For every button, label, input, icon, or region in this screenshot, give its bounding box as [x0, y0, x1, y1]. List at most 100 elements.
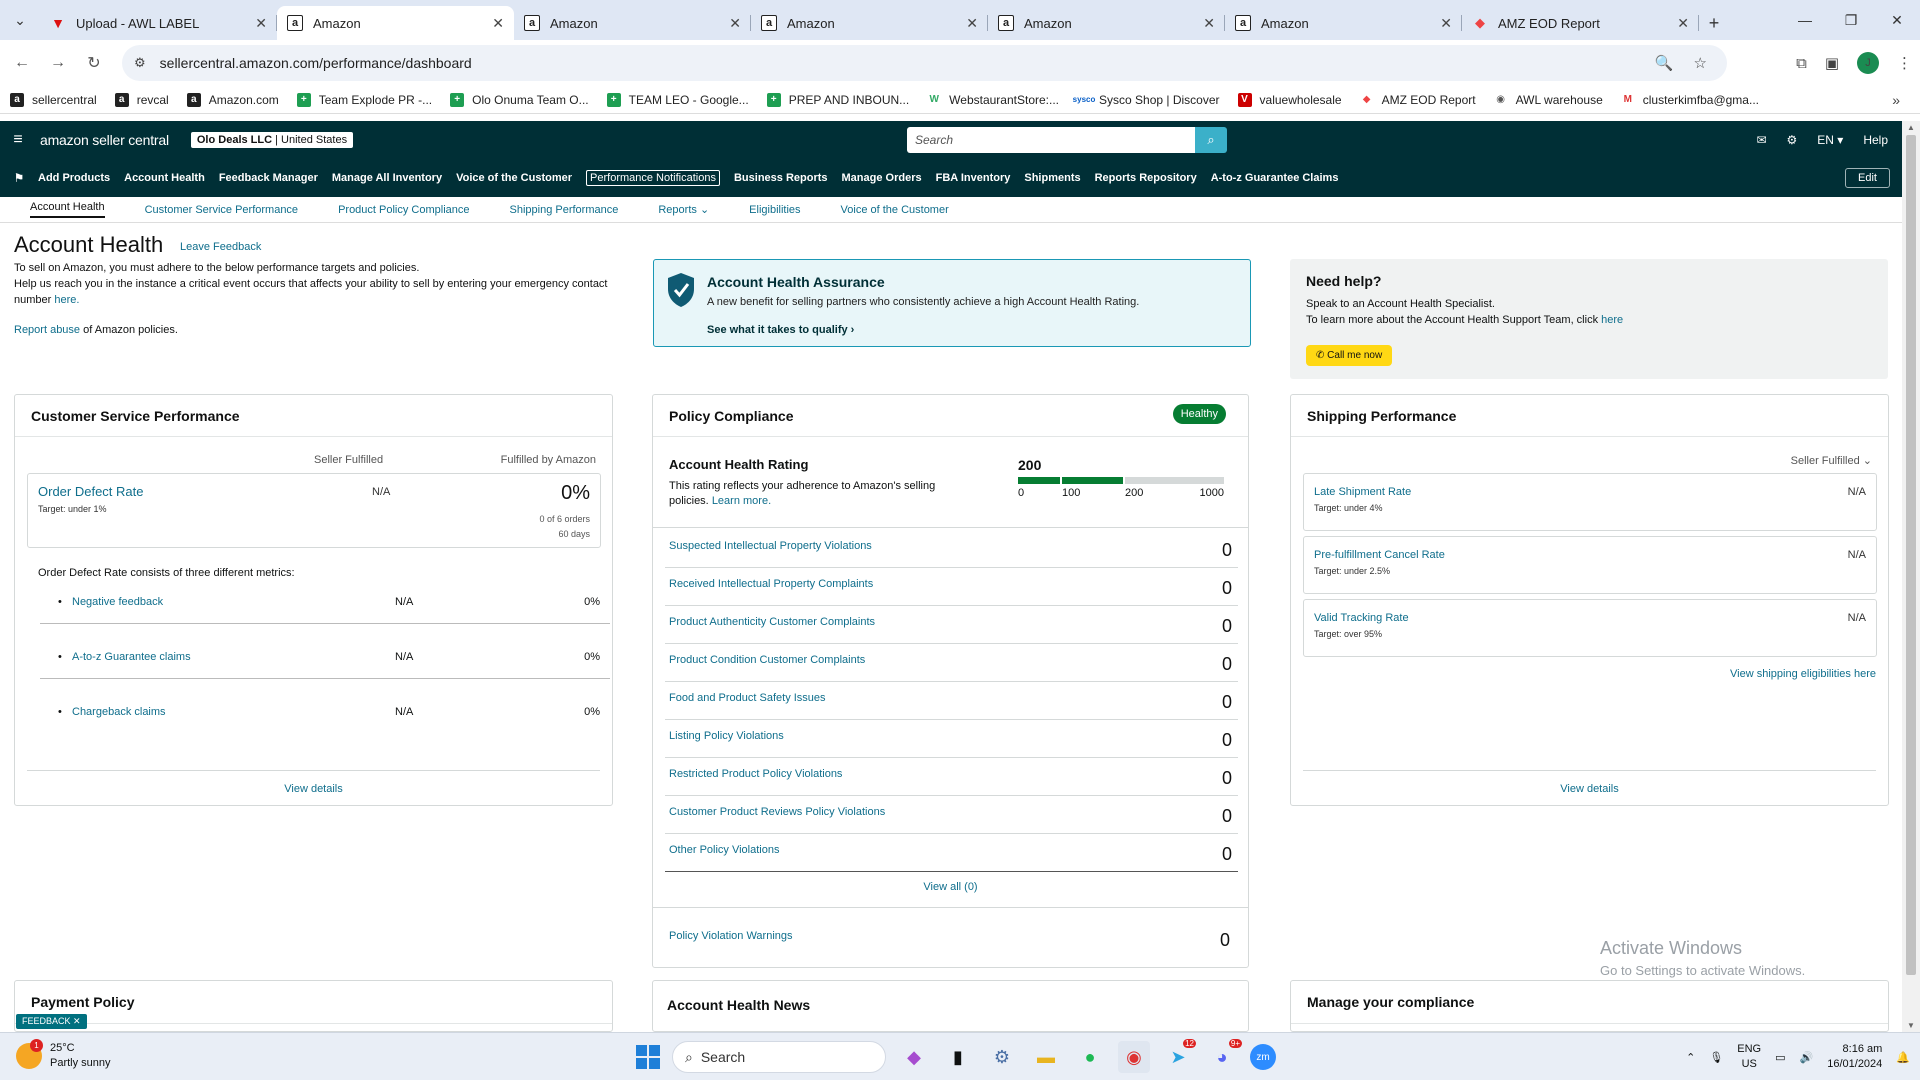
side-panel-icon[interactable]: ▣ — [1825, 54, 1839, 72]
nav-item-voice-of-the-customer[interactable]: Voice of the Customer — [456, 172, 572, 184]
scroll-down-icon[interactable]: ▼ — [1902, 1021, 1920, 1030]
url-text[interactable]: sellercentral.amazon.com/performance/das… — [160, 55, 1655, 71]
seller-search-input[interactable]: Search — [907, 127, 1195, 153]
close-tab-icon[interactable]: ✕ — [729, 15, 741, 32]
edit-nav-button[interactable]: Edit — [1845, 168, 1890, 188]
zoom-app-icon[interactable]: zm — [1250, 1044, 1276, 1070]
search-icon[interactable]: ⌕ — [1195, 127, 1227, 153]
subnav-eligibilities[interactable]: Eligibilities — [749, 204, 800, 216]
subnav-reports[interactable]: Reports ⌄ — [658, 203, 709, 216]
bookmark-item[interactable]: ◆ AMZ EOD Report — [1360, 93, 1476, 107]
browser-tab[interactable]: ◆ AMZ EOD Report ✕ — [1462, 6, 1699, 40]
notification-bell-icon[interactable]: 🔔 — [1896, 1051, 1910, 1064]
call-me-now-button[interactable]: ✆ Call me now — [1306, 345, 1393, 366]
policy-violation-link[interactable]: Restricted Product Policy Violations — [669, 768, 842, 780]
shipping-metric-link[interactable]: Pre-fulfillment Cancel Rate — [1314, 549, 1445, 561]
bookmark-item[interactable]: a sellercentral — [10, 92, 97, 107]
feedback-tab[interactable]: FEEDBACK ✕ — [16, 1014, 87, 1029]
chevron-up-icon[interactable]: ⌃ — [1686, 1051, 1695, 1064]
file-explorer-icon[interactable]: ▬ — [1030, 1041, 1062, 1073]
extensions-icon[interactable]: ⧉ — [1796, 55, 1807, 72]
nav-item-fba-inventory[interactable]: FBA Inventory — [936, 172, 1011, 184]
page-scrollbar[interactable]: ▲ ▼ — [1902, 121, 1920, 1032]
view-all-link[interactable]: View all (0) — [653, 881, 1248, 893]
fulfillment-filter-dropdown[interactable]: Seller Fulfilled ⌄ — [1791, 454, 1872, 467]
policy-violation-link[interactable]: Other Policy Violations — [669, 844, 779, 856]
browser-menu-icon[interactable]: ⋮ — [1897, 54, 1912, 72]
reload-button[interactable]: ↻ — [76, 45, 112, 81]
policy-violation-link[interactable]: Product Authenticity Customer Complaints — [669, 616, 875, 628]
nav-item-a-to-z-guarantee-claims[interactable]: A-to-z Guarantee Claims — [1211, 172, 1339, 184]
bookmark-item[interactable]: + TEAM LEO - Google... — [606, 92, 749, 107]
task-view-icon[interactable]: ▮ — [942, 1041, 974, 1073]
scroll-up-icon[interactable]: ▲ — [1902, 123, 1920, 132]
system-clock[interactable]: 8:16 am 16/01/2024 — [1827, 1042, 1882, 1072]
close-tab-icon[interactable]: ✕ — [966, 15, 978, 32]
nav-item-reports-repository[interactable]: Reports Repository — [1095, 172, 1197, 184]
new-tab-button[interactable]: + — [1699, 6, 1729, 40]
bookmark-item[interactable]: Vvaluewholesale — [1237, 92, 1342, 107]
language-selector[interactable]: EN ▾ — [1817, 133, 1843, 147]
bookmark-item[interactable]: a revcal — [114, 92, 169, 107]
microphone-icon[interactable]: 🎙 — [1709, 1051, 1723, 1064]
odr-metric-link[interactable]: Chargeback claims — [72, 706, 166, 718]
nav-item-business-reports[interactable]: Business Reports — [734, 172, 828, 184]
support-team-link[interactable]: here — [1601, 314, 1623, 326]
network-icon[interactable]: ▭ — [1775, 1051, 1785, 1064]
shipping-metric-link[interactable]: Late Shipment Rate — [1314, 486, 1411, 498]
zoom-icon[interactable]: 🔍 — [1655, 54, 1674, 72]
shipping-eligibilities-link[interactable]: View shipping eligibilities here — [1730, 668, 1876, 680]
nav-item-account-health[interactable]: Account Health — [124, 172, 205, 184]
leave-feedback-link[interactable]: Leave Feedback — [180, 241, 261, 253]
bookmark-item[interactable]: + Team Explode PR -... — [296, 92, 432, 107]
bookmark-item[interactable]: a Amazon.com — [186, 92, 279, 107]
policy-violation-warnings-link[interactable]: Policy Violation Warnings — [669, 930, 793, 942]
forward-button[interactable]: → — [40, 45, 76, 81]
browser-tab[interactable]: a Amazon ✕ — [514, 6, 751, 40]
bookmark-item[interactable]: Mclusterkimfba@gma... — [1621, 93, 1759, 107]
policy-violation-link[interactable]: Customer Product Reviews Policy Violatio… — [669, 806, 885, 818]
policy-violation-link[interactable]: Received Intellectual Property Complaint… — [669, 578, 873, 590]
csp-view-details-link[interactable]: View details — [27, 770, 600, 806]
more-bookmarks-icon[interactable]: » — [1892, 92, 1900, 108]
taskbar-search[interactable]: ⌕ Search — [672, 1041, 886, 1073]
bookmark-item[interactable]: + PREP AND INBOUN... — [766, 92, 909, 107]
close-icon[interactable]: ✕ — [73, 1016, 81, 1026]
settings-icon[interactable]: ⚙ — [986, 1041, 1018, 1073]
chrome-icon[interactable]: ◉ — [1118, 1041, 1150, 1073]
emergency-contact-link[interactable]: here. — [54, 294, 79, 306]
close-tab-icon[interactable]: ✕ — [1677, 15, 1689, 32]
input-language[interactable]: ENG US — [1737, 1042, 1761, 1072]
browser-tab[interactable]: a Amazon ✕ — [988, 6, 1225, 40]
nav-item-performance-notifications[interactable]: Performance Notifications — [586, 170, 720, 186]
telegram-icon[interactable]: ➤ 12 — [1162, 1039, 1196, 1073]
bookmark-item[interactable]: ◉ AWL warehouse — [1494, 93, 1603, 107]
tab-search-button[interactable]: ⌄ — [0, 0, 40, 40]
mail-icon[interactable]: ✉ — [1756, 133, 1766, 147]
report-abuse-link[interactable]: Report abuse — [14, 324, 80, 336]
help-link[interactable]: Help — [1863, 133, 1888, 147]
browser-tab[interactable]: a Amazon ✕ — [1225, 6, 1462, 40]
browser-tab[interactable]: ▼ Upload - AWL LABEL ✕ — [40, 6, 277, 40]
scrollbar-thumb[interactable] — [1906, 135, 1916, 975]
bookmark-pin-icon[interactable]: ⚑ — [0, 171, 38, 185]
bookmark-item[interactable]: W WebstaurantStore:... — [927, 93, 1059, 107]
copilot-icon[interactable]: ◆ — [898, 1041, 930, 1073]
ahr-learn-more-link[interactable]: Learn more. — [712, 495, 771, 507]
close-tab-icon[interactable]: ✕ — [255, 15, 267, 32]
policy-violation-link[interactable]: Product Condition Customer Complaints — [669, 654, 865, 666]
nav-item-manage-orders[interactable]: Manage Orders — [842, 172, 922, 184]
nav-item-shipments[interactable]: Shipments — [1024, 172, 1080, 184]
nav-item-manage-all-inventory[interactable]: Manage All Inventory — [332, 172, 442, 184]
policy-violation-link[interactable]: Listing Policy Violations — [669, 730, 784, 742]
close-tab-icon[interactable]: ✕ — [492, 15, 504, 32]
bookmark-item[interactable]: + Olo Onuma Team O... — [450, 92, 589, 107]
spotify-icon[interactable]: ● — [1074, 1041, 1106, 1073]
subnav-account-health[interactable]: Account Health — [30, 201, 105, 218]
seller-central-logo[interactable]: amazon seller central — [40, 132, 169, 148]
close-tab-icon[interactable]: ✕ — [1440, 15, 1452, 32]
qualify-link[interactable]: See what it takes to qualify › — [707, 324, 854, 336]
shipping-metric-link[interactable]: Valid Tracking Rate — [1314, 612, 1409, 624]
sp-view-details-link[interactable]: View details — [1303, 770, 1876, 806]
weather-widget[interactable]: 1 25°C Partly sunny — [16, 1039, 111, 1071]
